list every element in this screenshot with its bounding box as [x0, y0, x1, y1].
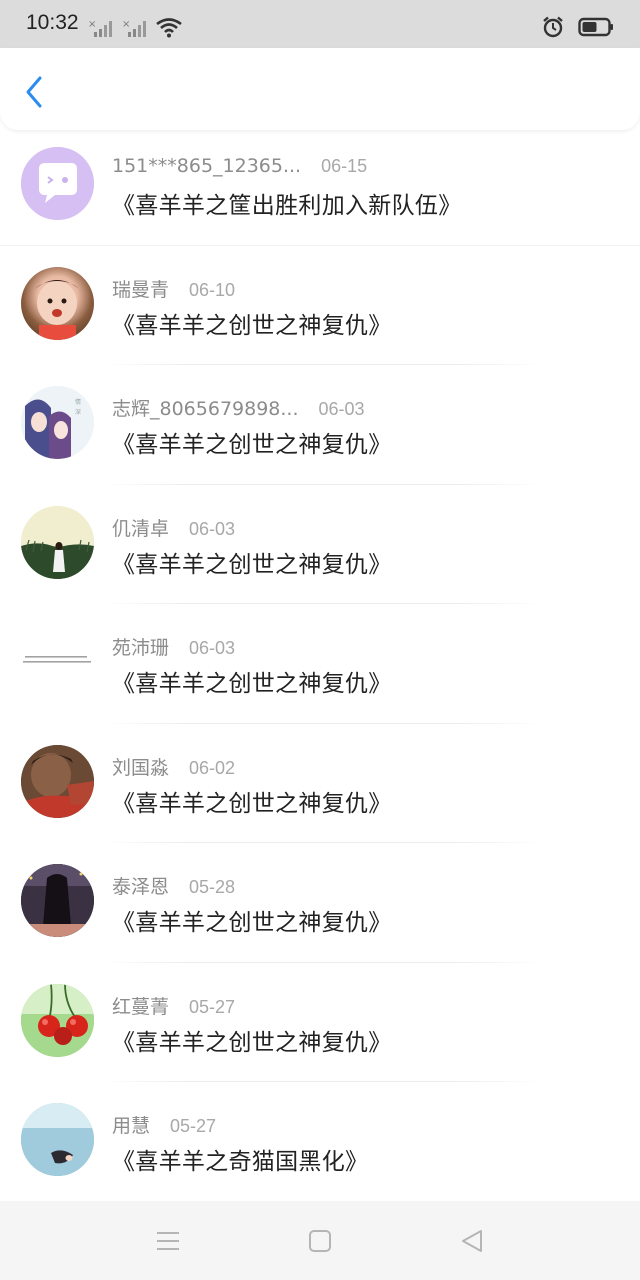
svg-text:×: ×	[88, 19, 96, 30]
alarm-icon	[543, 16, 563, 38]
user-name: 瑞曼青	[112, 278, 170, 301]
item-date: 05-27	[170, 1116, 217, 1136]
status-icons-right	[542, 16, 614, 38]
signal-icons: × ×	[88, 18, 182, 38]
avatar	[21, 147, 94, 220]
item-title: 《喜羊羊之创世之神复仇》	[112, 790, 392, 817]
list-item[interactable]: 红蔓菁 05-27 《喜羊羊之创世之神复仇》	[0, 963, 640, 1082]
item-date: 06-10	[189, 279, 236, 300]
wifi-icon	[156, 18, 182, 38]
signal-2-no-service-icon: ×	[122, 19, 146, 37]
system-nav-bar	[0, 1201, 640, 1280]
item-title: 《喜羊羊之创世之神复仇》	[112, 1029, 392, 1056]
item-date: 06-02	[189, 757, 236, 778]
item-meta: 用慧 05-27	[112, 1111, 216, 1138]
avatar	[21, 983, 94, 1057]
avatar	[21, 864, 94, 937]
signal-1-no-service-icon: ×	[88, 19, 112, 37]
list-item[interactable]: 151***865_12365... 06-15 《喜羊羊之筐出胜利加入新队伍》	[0, 126, 640, 246]
item-date: 06-03	[189, 638, 236, 658]
item-title: 《喜羊羊之创世之神复仇》	[112, 312, 392, 339]
item-meta: 红蔓菁 05-27	[112, 992, 235, 1019]
user-name: 仉清卓	[112, 517, 170, 540]
menu-icon	[157, 1232, 179, 1250]
list-item[interactable]: 瑞曼青 06-10 《喜羊羊之创世之神复仇》	[0, 246, 640, 365]
status-time: 10:32	[26, 11, 79, 34]
item-date: 05-27	[189, 996, 236, 1017]
home-square-icon	[309, 1230, 331, 1252]
status-bar: 10:32 × ×	[0, 0, 640, 48]
item-title: 《喜羊羊之创世之神复仇》	[112, 671, 392, 697]
item-title: 《喜羊羊之筐出胜利加入新队伍》	[112, 193, 462, 219]
item-title: 《喜羊羊之奇猫国黑化》	[112, 1149, 369, 1175]
list-item[interactable]: 刘国淼 06-02 《喜羊羊之创世之神复仇》	[0, 724, 640, 843]
avatar	[21, 505, 94, 579]
underwater-icon	[21, 1103, 94, 1176]
item-title: 《喜羊羊之创世之神复仇》	[112, 432, 392, 458]
system-back-button[interactable]	[458, 1227, 486, 1255]
item-meta: 刘国淼 06-02	[112, 753, 235, 780]
avatar	[21, 266, 94, 340]
item-meta: 泰泽恩 05-28	[112, 872, 235, 899]
message-list: 151***865_12365... 06-15 《喜羊羊之筐出胜利加入新队伍》…	[0, 126, 640, 1202]
list-item[interactable]: 苑沛珊 06-03 《喜羊羊之创世之神复仇》	[0, 604, 640, 724]
item-meta: 志辉_8065679898... 06-03	[112, 394, 365, 421]
baby-photo-icon	[35, 279, 79, 340]
anime-girls-icon: 情 深	[21, 386, 94, 459]
item-date: 05-28	[189, 877, 236, 897]
user-name: 151***865_12365...	[112, 155, 302, 177]
man-photo-icon	[21, 744, 94, 818]
battery-icon	[578, 17, 613, 37]
user-name: 志辉_8065679898...	[112, 398, 299, 420]
text-image-icon	[21, 625, 94, 698]
chat-bubble-avatar-icon	[21, 147, 94, 220]
user-name: 用慧	[112, 1115, 151, 1137]
header-bar	[0, 48, 640, 130]
home-button[interactable]	[306, 1227, 334, 1255]
user-name: 泰泽恩	[112, 876, 170, 898]
girl-in-field-icon	[21, 505, 94, 579]
item-title: 《喜羊羊之创世之神复仇》	[112, 910, 392, 936]
item-date: 06-03	[189, 518, 236, 539]
long-hair-girl-icon	[21, 864, 94, 937]
item-meta: 151***865_12365... 06-15	[112, 155, 367, 177]
cherries-icon	[21, 983, 94, 1057]
item-meta: 仉清卓 06-03	[112, 514, 235, 541]
avatar: 情 深	[21, 386, 94, 459]
svg-text:深: 深	[75, 408, 81, 416]
item-meta: 苑沛珊 06-03	[112, 633, 235, 660]
chevron-left-icon	[26, 76, 42, 108]
list-item[interactable]: 泰泽恩 05-28 《喜羊羊之创世之神复仇》	[0, 843, 640, 963]
list-item[interactable]: 仉清卓 06-03 《喜羊羊之创世之神复仇》	[0, 485, 640, 604]
avatar	[21, 625, 94, 698]
list-item[interactable]: 用慧 05-27 《喜羊羊之奇猫国黑化》	[0, 1082, 640, 1202]
menu-button[interactable]	[154, 1227, 182, 1255]
user-name: 刘国淼	[112, 756, 170, 779]
item-title: 《喜羊羊之创世之神复仇》	[112, 551, 392, 578]
item-meta: 瑞曼青 06-10	[112, 275, 235, 302]
user-name: 苑沛珊	[112, 637, 170, 659]
item-date: 06-15	[321, 156, 368, 176]
back-triangle-icon	[462, 1230, 482, 1252]
svg-text:×: ×	[122, 19, 130, 30]
user-name: 红蔓菁	[112, 995, 170, 1018]
item-date: 06-03	[318, 399, 365, 419]
list-item[interactable]: 情 深 志辉_8065679898... 06-03 《喜羊羊之创世之神复仇》	[0, 365, 640, 485]
svg-text:情: 情	[75, 398, 81, 406]
avatar	[21, 1103, 94, 1176]
back-button[interactable]	[18, 74, 50, 110]
avatar	[21, 744, 94, 818]
